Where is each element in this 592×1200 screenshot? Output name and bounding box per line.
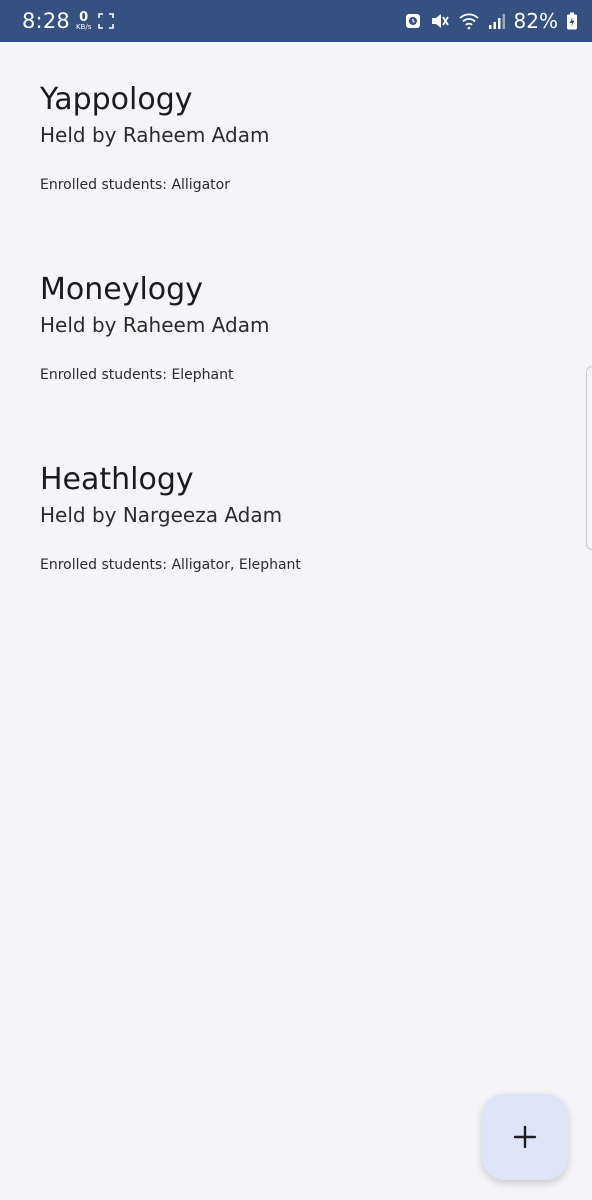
edge-panel-handle[interactable] — [586, 366, 592, 550]
course-teacher: Held by Raheem Adam — [40, 123, 270, 147]
course-students: Enrolled students: Elephant — [40, 367, 234, 383]
battery-percent: 82% — [513, 9, 558, 33]
course-card[interactable]: Heathlogy Held by Nargeeza Adam Enrolled… — [40, 462, 560, 574]
course-teacher: Held by Nargeeza Adam — [40, 503, 283, 527]
add-course-button[interactable] — [482, 1094, 568, 1180]
course-students: Enrolled students: Alligator — [40, 177, 230, 193]
mute-icon — [430, 12, 450, 30]
network-speed-unit: KB/s — [75, 23, 92, 31]
course-title: Heathlogy — [40, 462, 194, 497]
network-speed: 0 KB/s — [76, 11, 91, 31]
plus-icon — [513, 1125, 537, 1149]
course-teacher: Held by Raheem Adam — [40, 313, 270, 337]
course-card[interactable]: Moneylogy Held by Raheem Adam Enrolled s… — [40, 272, 560, 384]
battery-icon — [566, 12, 578, 30]
screenshot-icon — [97, 12, 115, 30]
status-bar: 8:28 0 KB/s 82% — [0, 0, 592, 42]
status-time: 8:28 — [22, 9, 70, 33]
course-students: Enrolled students: Alligator, Elephant — [40, 557, 301, 573]
alarm-icon — [404, 12, 422, 30]
course-card[interactable]: Yappology Held by Raheem Adam Enrolled s… — [40, 82, 560, 194]
course-title: Yappology — [40, 82, 193, 117]
wifi-icon — [458, 12, 480, 30]
signal-icon — [488, 12, 506, 30]
course-title: Moneylogy — [40, 272, 203, 307]
